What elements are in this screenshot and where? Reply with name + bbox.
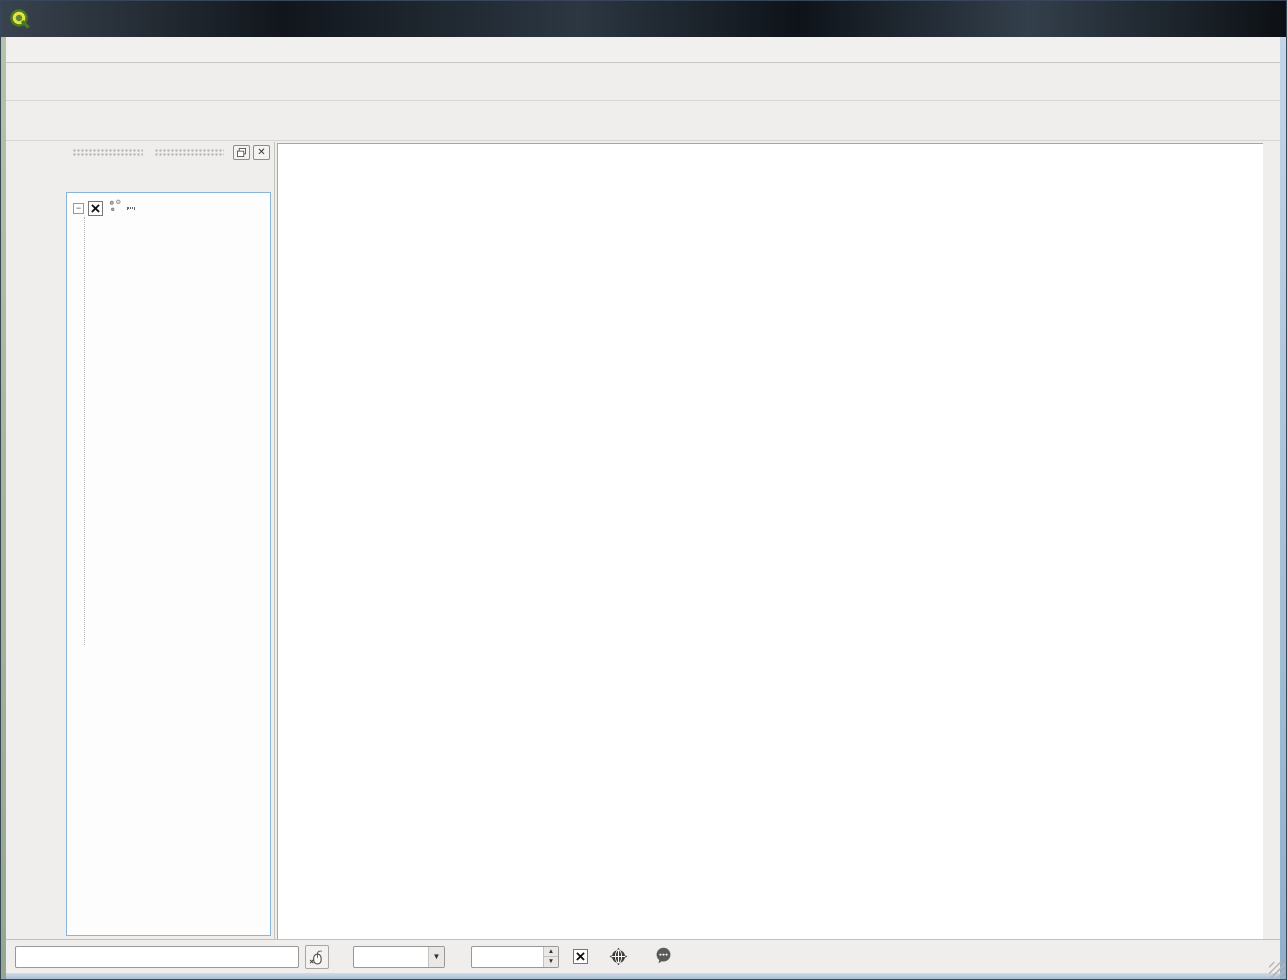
window-frame-bottom <box>1 973 1286 980</box>
title-bar[interactable] <box>1 1 1286 37</box>
crs-globe-icon <box>609 947 628 966</box>
panel-float-button[interactable] <box>233 145 250 160</box>
coordinate-input[interactable] <box>15 946 299 968</box>
map-svg <box>278 144 1264 940</box>
layer-row-light[interactable]: − × <box>73 197 270 219</box>
manage-layers-toolbar <box>1 142 61 939</box>
layer-tree[interactable]: − × <box>66 192 271 936</box>
panel-close-button[interactable]: ✕ <box>253 145 270 160</box>
layers-panel-toolbar <box>63 163 274 190</box>
rotation-spinbox[interactable]: ▲ ▼ <box>471 946 559 968</box>
layers-panel-titlebar[interactable]: ✕ <box>63 142 274 163</box>
rotation-up-icon[interactable]: ▲ <box>544 947 558 958</box>
window-frame-left <box>1 37 6 980</box>
coordinate-mouse-toggle[interactable] <box>305 945 329 969</box>
qgis-window: ✕ − × ▼ <box>0 0 1287 980</box>
rotation-value <box>472 947 543 967</box>
resize-grip[interactable] <box>1269 962 1285 978</box>
tree-expander-icon[interactable]: − <box>73 203 84 214</box>
panel-drag-handle[interactable] <box>155 149 225 157</box>
point-layer-icon <box>108 199 123 217</box>
toolbar-file-nav-attributes <box>1 63 1286 101</box>
rotation-down-icon[interactable]: ▼ <box>544 957 558 967</box>
crs-status-button[interactable] <box>609 947 634 966</box>
panel-drag-handle[interactable] <box>73 149 143 157</box>
layers-panel: ✕ − × <box>63 142 275 939</box>
menu-bar <box>1 37 1286 63</box>
messages-bubble-icon <box>654 946 673 965</box>
scale-combo[interactable]: ▼ <box>353 946 445 968</box>
tree-guide-line <box>84 217 85 645</box>
window-frame-right <box>1280 37 1286 980</box>
messages-button[interactable] <box>654 946 673 968</box>
status-bar: ▼ ▲ ▼ × <box>1 939 1286 973</box>
qgis-logo-icon <box>9 8 31 30</box>
map-canvas[interactable] <box>277 143 1263 939</box>
layer-name-light[interactable] <box>127 207 135 209</box>
render-toggle[interactable]: × <box>573 949 593 964</box>
layer-checkbox[interactable]: × <box>88 201 103 216</box>
scale-dropdown-icon[interactable]: ▼ <box>428 947 444 967</box>
render-checkbox[interactable]: × <box>573 949 588 964</box>
toolbar-digitizing-labels <box>1 101 1286 141</box>
